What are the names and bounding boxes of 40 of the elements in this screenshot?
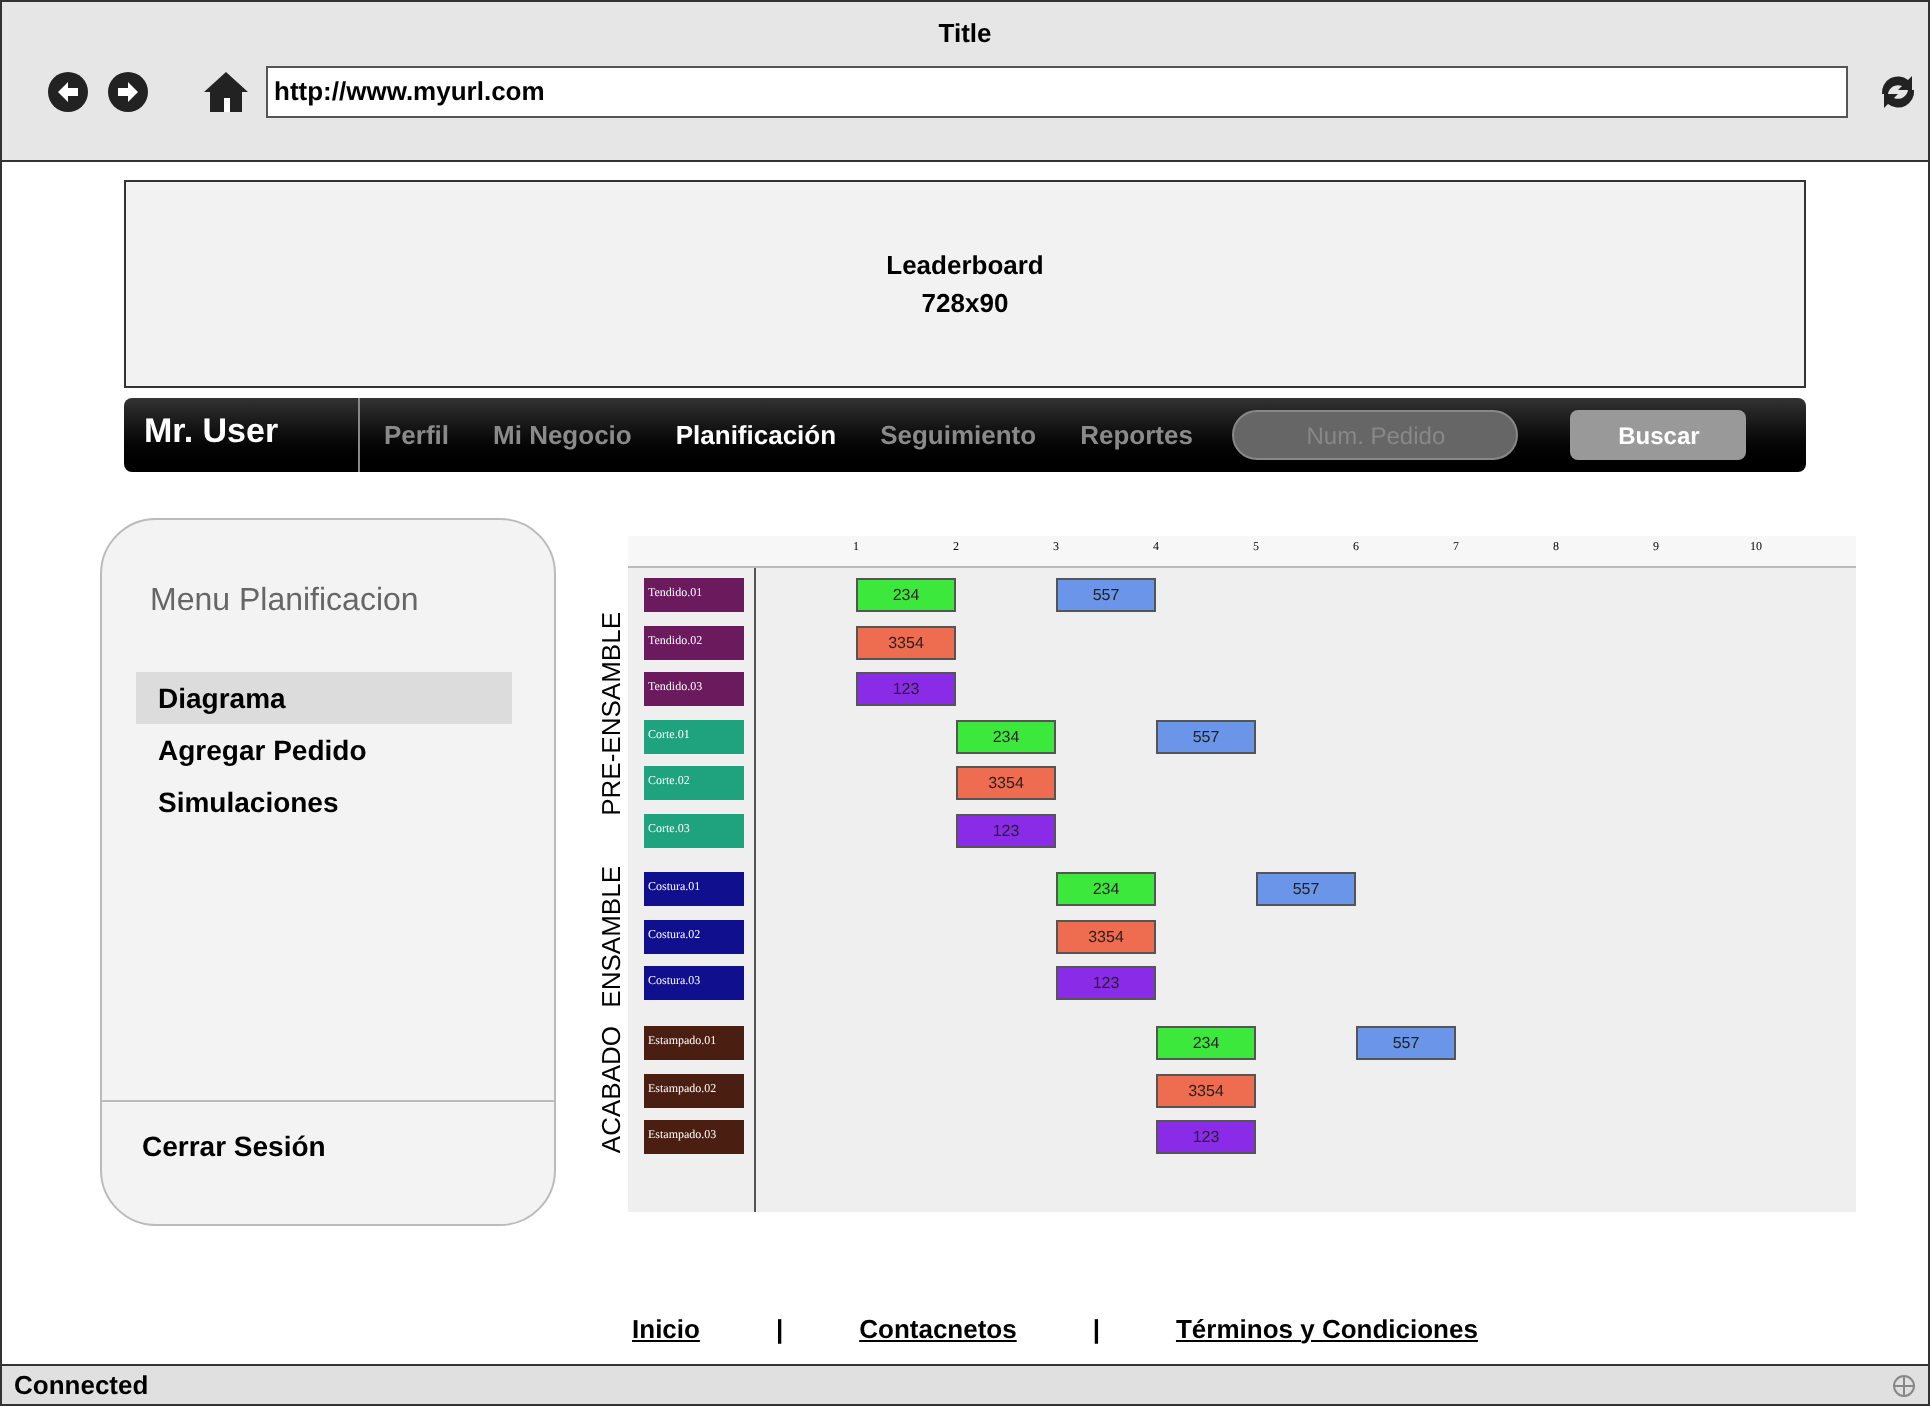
menu-item[interactable]: Agregar Pedido bbox=[136, 724, 512, 776]
task-bar[interactable]: 557 bbox=[1056, 578, 1156, 613]
link-separator: | bbox=[775, 1311, 784, 1348]
globe-icon bbox=[1892, 1373, 1916, 1397]
user-name: Mr. User bbox=[124, 398, 360, 472]
group-label: ENSAMBLE bbox=[596, 866, 628, 1008]
leaderboard-banner: Leaderboard 728x90 bbox=[124, 180, 1806, 388]
task-bar[interactable]: 3354 bbox=[856, 625, 956, 660]
nav-link[interactable]: Mi Negocio bbox=[493, 415, 632, 455]
task-bar[interactable]: 234 bbox=[856, 578, 956, 613]
task-bar[interactable]: 3354 bbox=[1056, 919, 1156, 954]
footer-link[interactable]: Contacnetos bbox=[859, 1309, 1017, 1348]
nav-link[interactable]: Perfil bbox=[384, 415, 450, 455]
nav-link[interactable]: Seguimiento bbox=[880, 415, 1037, 455]
forward-icon[interactable] bbox=[106, 70, 150, 114]
task-bar[interactable]: 3354 bbox=[956, 766, 1056, 801]
back-icon[interactable] bbox=[46, 70, 90, 114]
link-separator: | bbox=[1092, 1311, 1100, 1348]
menu-item[interactable]: Simulaciones bbox=[136, 776, 512, 828]
sidebar-title: Menu Planificacion bbox=[150, 582, 421, 622]
task-bar[interactable]: 234 bbox=[1056, 872, 1156, 907]
group-label: PRE-ENSAMBLE bbox=[596, 611, 628, 815]
task-bar[interactable]: 234 bbox=[1156, 1026, 1256, 1061]
home-icon[interactable] bbox=[202, 70, 250, 114]
window-title: Title bbox=[938, 16, 992, 52]
nav-link[interactable]: Planificación bbox=[675, 415, 837, 455]
group-label: ACABADO bbox=[596, 1026, 628, 1154]
status-text: Connected bbox=[14, 1367, 149, 1404]
task-bar[interactable]: 557 bbox=[1356, 1026, 1456, 1061]
task-bar[interactable]: 557 bbox=[1156, 719, 1256, 754]
search-button[interactable]: Buscar bbox=[1570, 410, 1747, 460]
task-bar[interactable]: 557 bbox=[1256, 872, 1356, 907]
footer-link[interactable]: Términos y Condiciones bbox=[1175, 1309, 1478, 1348]
menu-item[interactable]: Diagrama bbox=[136, 672, 512, 724]
task-bar[interactable]: 3354 bbox=[1156, 1073, 1256, 1108]
address-field[interactable]: http://www.myurl.com bbox=[266, 66, 1848, 118]
nav-link[interactable]: Reportes bbox=[1080, 415, 1193, 455]
footer-link[interactable]: Inicio bbox=[632, 1309, 700, 1348]
task-bar[interactable]: 234 bbox=[956, 719, 1056, 754]
logout-link[interactable]: Cerrar Sesión bbox=[142, 1130, 326, 1162]
